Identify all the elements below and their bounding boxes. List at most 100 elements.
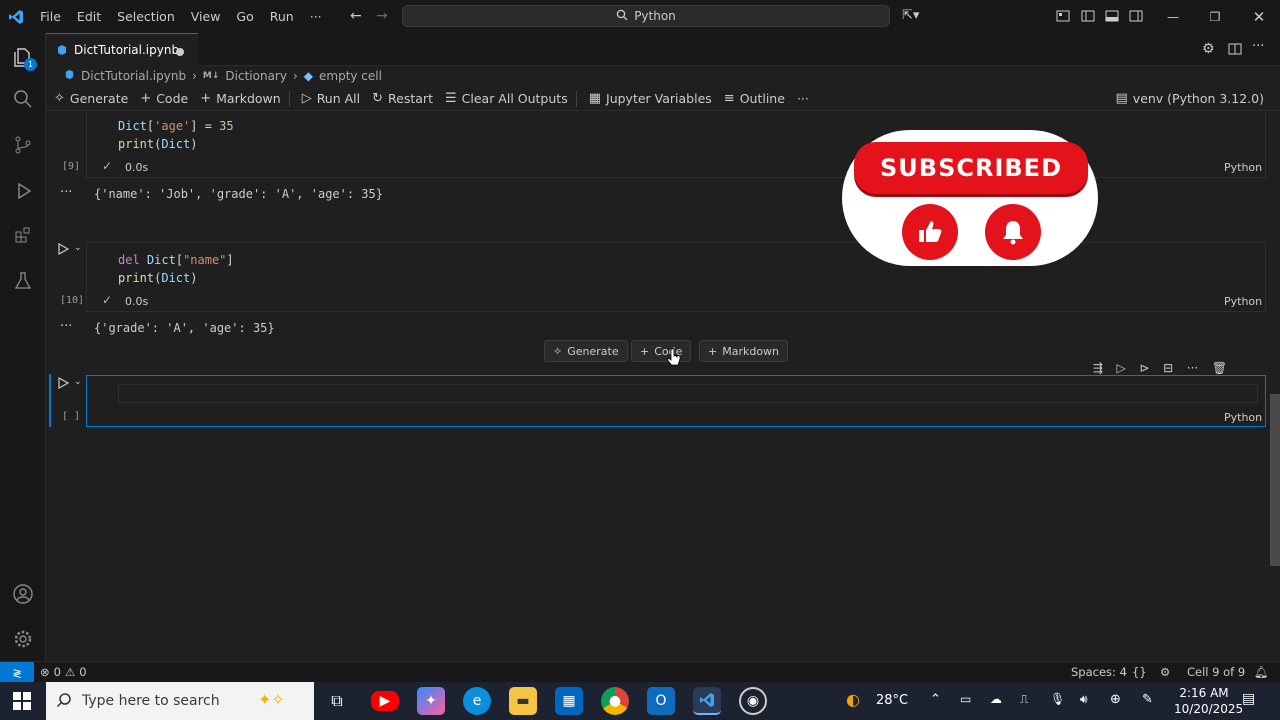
vscode-taskbar-icon[interactable]: [693, 687, 721, 715]
jupyter-variables-button[interactable]: ▦ Jupyter Variables: [589, 91, 712, 106]
add-code-button[interactable]: + Code: [140, 91, 188, 106]
copilot-app-icon[interactable]: ✦: [417, 687, 445, 715]
run-cell-icon[interactable]: [57, 376, 70, 392]
windows-start-icon[interactable]: [13, 692, 31, 713]
cell-language[interactable]: Python: [1224, 411, 1262, 424]
explorer-icon[interactable]: 1: [0, 37, 46, 77]
output-more-icon[interactable]: ···: [60, 319, 72, 334]
clear-outputs-button[interactable]: ☰ Clear All Outputs: [445, 91, 568, 106]
weather-temp[interactable]: 28°C: [876, 693, 908, 708]
outline-button[interactable]: ≡ Outline: [724, 91, 785, 106]
breadcrumb-cell[interactable]: empty cell: [319, 69, 382, 83]
accounts-icon[interactable]: [0, 574, 46, 614]
search-icon[interactable]: [0, 79, 46, 119]
volume-icon[interactable]: 🔊︎: [1080, 692, 1088, 707]
breadcrumb-section[interactable]: Dictionary: [225, 69, 287, 83]
command-center-search[interactable]: Python: [402, 5, 890, 27]
insert-markdown-button[interactable]: + Markdown: [699, 340, 789, 362]
chrome-icon[interactable]: ●: [601, 687, 629, 715]
task-view-icon[interactable]: ⧉: [323, 687, 351, 715]
testing-icon[interactable]: [0, 261, 46, 301]
network-globe-icon[interactable]: ⊕: [1110, 692, 1121, 707]
notifications-bell-icon[interactable]: 🔔︎: [1254, 665, 1269, 679]
toggle-primary-sidebar-icon[interactable]: [1081, 9, 1095, 26]
chevron-up-icon[interactable]: ⌃: [930, 692, 941, 707]
cell-position-indicator[interactable]: Cell 9 of 9: [1187, 665, 1245, 679]
more-actions-icon[interactable]: ···: [1252, 39, 1264, 54]
problems-indicator[interactable]: ⊗ 0 ⚠ 0: [40, 665, 87, 679]
pen-icon[interactable]: ✎: [1142, 692, 1153, 707]
usb-icon[interactable]: ⎍: [1020, 692, 1028, 707]
obs-recorder-icon[interactable]: ◉: [739, 687, 767, 715]
split-cell-icon[interactable]: ⊟: [1163, 361, 1173, 375]
forward-arrow-icon[interactable]: →: [376, 8, 388, 24]
back-arrow-icon[interactable]: ←: [350, 8, 362, 24]
vertical-scrollbar[interactable]: [1270, 394, 1280, 566]
execute-below-icon[interactable]: ⊳: [1139, 361, 1149, 375]
code-input[interactable]: [118, 384, 1258, 403]
taskbar-search-box[interactable]: Type here to search ✦✧: [46, 682, 314, 720]
unsaved-dot-icon[interactable]: [176, 48, 184, 56]
output-more-icon[interactable]: ···: [60, 185, 72, 200]
vscode-logo-icon[interactable]: [0, 0, 32, 33]
youtube-icon[interactable]: ▶: [371, 691, 399, 711]
menu-more[interactable]: ···: [302, 9, 330, 24]
cell-language[interactable]: Python: [1224, 295, 1262, 308]
language-braces-indicator[interactable]: {}: [1132, 665, 1147, 679]
kernel-picker[interactable]: ▤ venv (Python 3.12.0): [1116, 91, 1265, 106]
run-debug-icon[interactable]: [0, 171, 46, 211]
run-all-button[interactable]: ▷ Run All: [302, 91, 360, 106]
menu-edit[interactable]: Edit: [69, 9, 109, 24]
breadcrumb-file[interactable]: DictTutorial.ipynb: [81, 69, 186, 83]
restart-button[interactable]: ↻ Restart: [372, 91, 433, 106]
toggle-panel-icon[interactable]: [1105, 9, 1119, 26]
menu-selection[interactable]: Selection: [109, 9, 183, 24]
split-editor-icon[interactable]: [1228, 42, 1242, 59]
toggle-secondary-sidebar-icon[interactable]: [1129, 9, 1143, 26]
chevron-down-icon[interactable]: ⌄: [74, 243, 82, 253]
insert-generate-button[interactable]: ✧ Generate: [544, 340, 628, 362]
onedrive-icon[interactable]: ☁: [990, 692, 1002, 706]
more-actions-icon[interactable]: ···: [1187, 361, 1198, 375]
code-cell-10[interactable]: [86, 242, 1266, 312]
generate-button[interactable]: ✧ Generate: [54, 91, 128, 106]
file-explorer-icon[interactable]: ▬: [509, 687, 537, 715]
add-markdown-button[interactable]: + Markdown: [200, 91, 280, 106]
extensions-icon[interactable]: [0, 215, 46, 255]
source-control-icon[interactable]: [0, 125, 46, 165]
microsoft-store-icon[interactable]: ▦: [555, 687, 583, 715]
toolbar-more-button[interactable]: ···: [797, 91, 809, 106]
indentation-indicator[interactable]: Spaces: 4: [1071, 665, 1127, 679]
battery-icon[interactable]: ▭: [960, 692, 971, 706]
clock[interactable]: 2:16 AM 10/20/2025: [1174, 685, 1243, 717]
menu-file[interactable]: File: [32, 9, 69, 24]
notebook-kernel-status-icon[interactable]: ⚙: [1160, 665, 1170, 679]
menu-go[interactable]: Go: [228, 9, 261, 24]
minimize-icon[interactable]: —: [1158, 0, 1188, 33]
copilot-icon[interactable]: ⇱▾: [902, 8, 919, 23]
remote-indicator-icon[interactable]: ≷: [0, 662, 34, 683]
focus-indicator: [49, 374, 51, 427]
success-check-icon: ✓: [102, 293, 113, 307]
code-token: Dict: [161, 271, 191, 285]
mouse-cursor-icon: [666, 348, 682, 373]
gear-icon[interactable]: ⚙: [1202, 41, 1215, 57]
close-icon[interactable]: ✕: [1244, 0, 1274, 33]
run-cell-icon[interactable]: [57, 242, 70, 258]
insert-code-button[interactable]: + Code: [631, 340, 692, 362]
edge-icon[interactable]: e: [463, 687, 491, 715]
chevron-down-icon[interactable]: ⌄: [74, 377, 82, 387]
delete-cell-icon[interactable]: 🗑: [1212, 361, 1227, 375]
restore-icon[interactable]: ❐: [1200, 0, 1230, 33]
outlook-icon[interactable]: O: [647, 687, 675, 715]
cell-language[interactable]: Python: [1224, 161, 1262, 174]
tab-dicttutorial[interactable]: DictTutorial.ipynb: [46, 33, 198, 66]
layout-customize-icon[interactable]: [1056, 9, 1070, 26]
menu-run[interactable]: Run: [262, 9, 302, 24]
microphone-icon[interactable]: 🎙︎: [1050, 692, 1065, 706]
run-by-line-icon[interactable]: ⇶: [1093, 361, 1103, 375]
notification-center-icon[interactable]: ▤: [1242, 691, 1255, 707]
menu-view[interactable]: View: [183, 9, 229, 24]
execute-above-icon[interactable]: ▷: [1117, 361, 1126, 375]
settings-gear-icon[interactable]: [0, 619, 46, 659]
